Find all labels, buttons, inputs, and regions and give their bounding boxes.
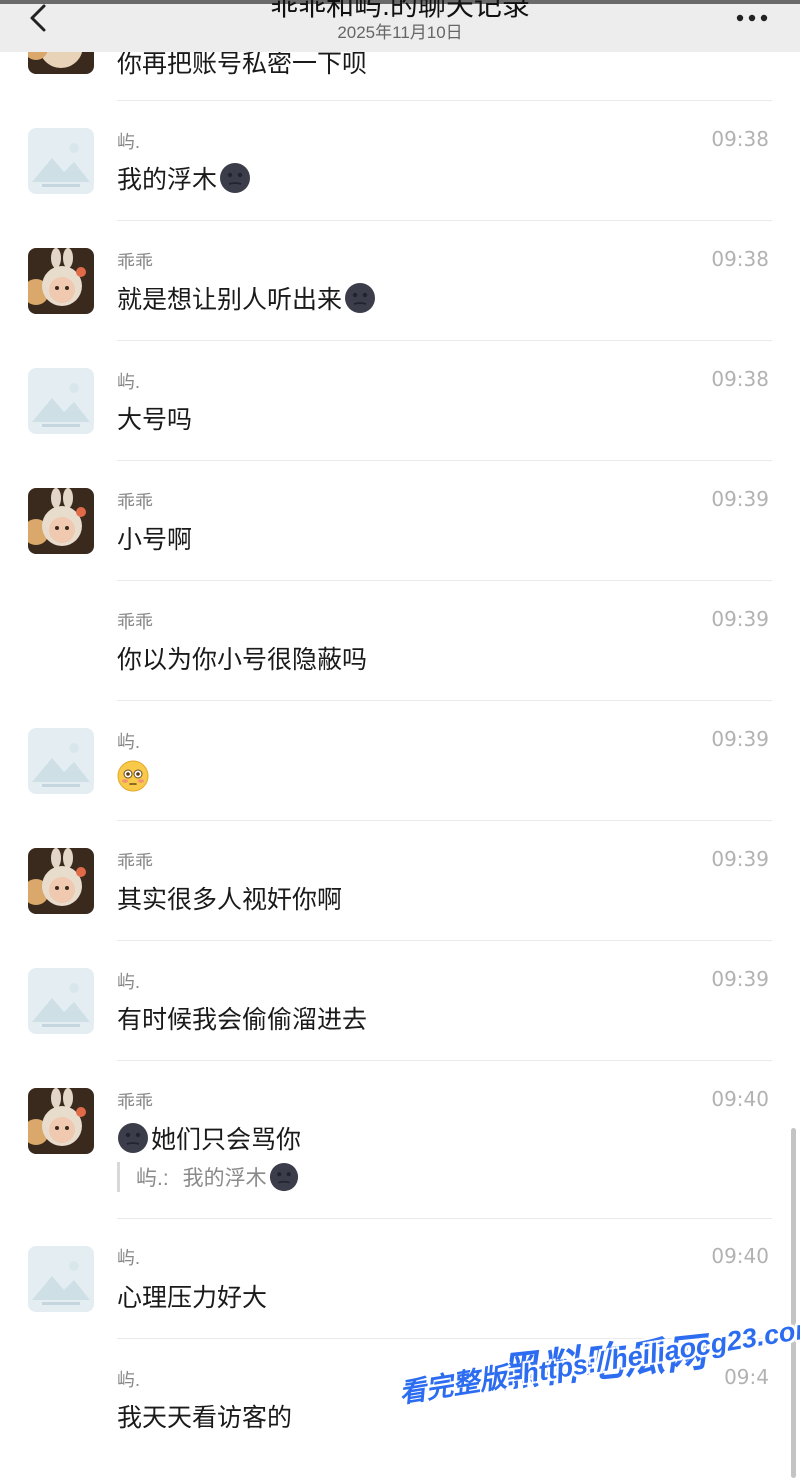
bunny-avatar-icon: [28, 848, 94, 914]
avatar[interactable]: [28, 728, 94, 794]
avatar[interactable]: [28, 488, 94, 554]
message-text: 我的浮木: [117, 160, 253, 196]
dark-moon-face-icon: [220, 163, 251, 193]
image-placeholder-icon: [28, 1246, 94, 1312]
bunny-avatar-icon: [28, 1088, 94, 1154]
message-row[interactable]: 乖乖 09:39 你以为你小号很隐蔽吗: [0, 580, 800, 701]
avatar[interactable]: [28, 968, 94, 1034]
dark-moon-face-icon: [118, 1123, 148, 1153]
message-text: 有时候我会偷偷溜进去: [117, 1006, 368, 1034]
message-time: 09:38: [711, 247, 769, 271]
message-time: 09:4: [724, 1365, 769, 1389]
message-text: 你以为你小号很隐蔽吗: [117, 646, 368, 674]
sender-name: 乖乖: [117, 852, 153, 872]
flushed-face-icon: [117, 760, 149, 792]
message-time: 09:39: [711, 487, 769, 511]
avatar[interactable]: [28, 248, 94, 314]
message-time: 09:38: [711, 127, 769, 151]
message-row[interactable]: 乖乖 09:40 她们只会骂你 屿.: 我的浮木: [0, 1060, 800, 1219]
image-placeholder-icon: [28, 128, 94, 194]
message-row[interactable]: 屿. 09:38 大号吗: [0, 340, 800, 461]
image-placeholder-icon: [28, 368, 94, 434]
sender-name: 屿.: [117, 132, 141, 152]
message-text: [117, 760, 149, 792]
dark-moon-face-icon: [269, 1162, 298, 1192]
message-row[interactable]: 屿. 09:38 我的浮木: [0, 100, 800, 221]
message-row[interactable]: 屿. 09:39: [0, 700, 800, 821]
sender-name: 乖乖: [117, 612, 153, 632]
message-text: 其实很多人视奸你啊: [117, 886, 343, 914]
sender-name: 屿.: [117, 1248, 141, 1268]
quote-text: 我的浮木: [182, 1167, 267, 1190]
quoted-message[interactable]: 屿.: 我的浮木: [117, 1162, 299, 1192]
message-row[interactable]: 乖乖 09:38 就是想让别人听出来: [0, 220, 800, 341]
sender-name: 乖乖: [117, 252, 153, 272]
quote-author: 屿.:: [136, 1167, 169, 1190]
message-time: 09:39: [711, 967, 769, 991]
message-text: 小号啊: [117, 526, 193, 554]
message-text: 就是想让别人听出来: [117, 280, 378, 316]
message-time: 09:39: [711, 607, 769, 631]
sender-name: 屿.: [117, 972, 141, 992]
message-time: 09:40: [711, 1244, 769, 1268]
image-placeholder-icon: [28, 728, 94, 794]
message-text: 我天天看访客的: [117, 1404, 293, 1432]
message-time: 09:38: [711, 367, 769, 391]
message-time: 09:40: [711, 1087, 769, 1111]
message-row[interactable]: 屿. 09:39 有时候我会偷偷溜进去: [0, 940, 800, 1061]
message-text: 大号吗: [117, 406, 193, 434]
more-options-button[interactable]: [734, 8, 770, 32]
sender-name: 乖乖: [117, 492, 153, 512]
sender-name: 屿.: [117, 372, 141, 392]
scrollbar[interactable]: [791, 1128, 796, 1478]
chat-date: 2025年11月10日: [337, 23, 463, 42]
message-row[interactable]: 屿. 09:40 心理压力好大: [0, 1218, 800, 1339]
avatar[interactable]: [28, 368, 94, 434]
image-placeholder-icon: [28, 968, 94, 1034]
bunny-avatar-icon: [28, 488, 94, 554]
avatar[interactable]: [28, 1088, 94, 1154]
message-row[interactable]: 乖乖 09:39 其实很多人视奸你啊: [0, 820, 800, 941]
message-time: 09:39: [711, 727, 769, 751]
message-time: 09:39: [711, 847, 769, 871]
message-text: 她们只会骂你: [117, 1120, 301, 1156]
sender-name: 乖乖: [117, 1092, 153, 1112]
sender-name: 屿.: [117, 732, 141, 752]
chat-history-screen: 乖乖和屿.的聊天记录 2025年11月10日 你再把账号私密一下呗 屿. 09:…: [0, 0, 800, 1478]
header-bar: 乖乖和屿.的聊天记录 2025年11月10日: [0, 0, 800, 52]
more-dots-icon: [736, 14, 768, 22]
message-text: 心理压力好大: [117, 1284, 268, 1312]
sender-name: 屿.: [117, 1370, 141, 1390]
bunny-avatar-icon: [28, 248, 94, 314]
avatar[interactable]: [28, 1246, 94, 1312]
avatar[interactable]: [28, 128, 94, 194]
dark-moon-face-icon: [345, 283, 376, 313]
avatar[interactable]: [28, 848, 94, 914]
message-row[interactable]: 乖乖 09:39 小号啊: [0, 460, 800, 581]
